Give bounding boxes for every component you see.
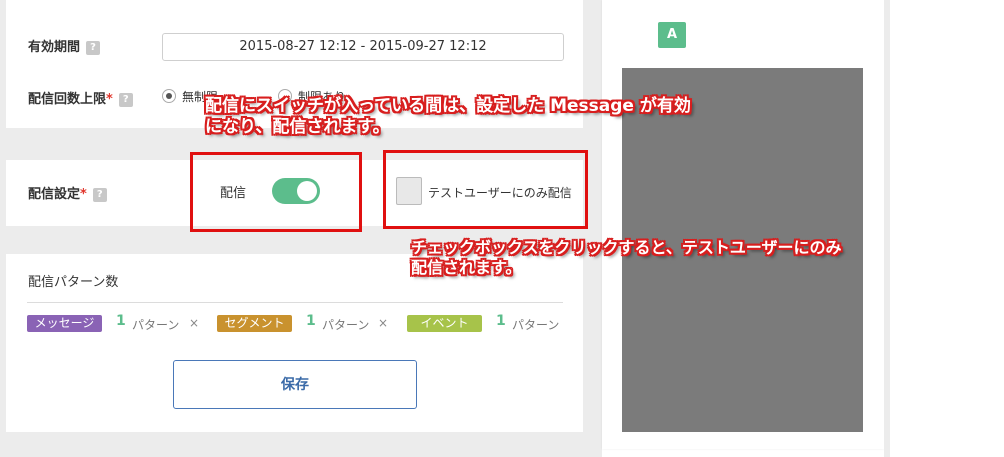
toggle-annotation: 配信にスイッチが入っている間は、設定した Message が有効 になり、配信さ… xyxy=(205,96,691,139)
segment-unit: パターン xyxy=(322,318,370,332)
patterns-title: 配信パターン数 xyxy=(28,275,119,290)
toggle-highlight-box xyxy=(190,152,362,232)
save-button[interactable]: 保存 xyxy=(173,360,417,409)
checkbox-annotation: チェックボックスをクリックすると、テストユーザーにのみ 配信されます。 xyxy=(411,238,842,278)
delivery-setting-label: 配信設定*? xyxy=(28,183,107,202)
panel-gap xyxy=(590,0,602,457)
validity-date-range-input[interactable]: 2015-08-27 12:12 - 2015-09-27 12:12 xyxy=(162,33,564,61)
tag-message[interactable]: メッセージ xyxy=(27,315,102,332)
event-unit: パターン xyxy=(512,318,560,332)
checkbox-annotation-line2: 配信されます。 xyxy=(411,258,522,277)
event-count: 1 xyxy=(496,313,506,329)
right-edge-strip xyxy=(884,0,890,457)
radio-unlimited[interactable] xyxy=(162,89,176,103)
preview-variant-badge[interactable]: A xyxy=(658,22,686,48)
toggle-annotation-line1: 配信にスイッチが入っている間は、設定した Message が有効 xyxy=(205,96,691,116)
message-unit: パターン xyxy=(132,318,180,332)
tag-segment[interactable]: セグメント xyxy=(217,315,292,332)
validity-label: 有効期間? xyxy=(28,36,101,55)
patterns-divider xyxy=(27,302,563,303)
segment-count: 1 xyxy=(306,313,316,329)
remove-segment-icon[interactable]: × xyxy=(378,316,388,330)
help-icon[interactable]: ? xyxy=(86,40,101,55)
delivery-limit-label: 配信回数上限*? xyxy=(28,88,133,107)
checkbox-highlight-box xyxy=(383,150,588,229)
toggle-annotation-line2: になり、配信されます。 xyxy=(205,117,390,138)
required-mark: * xyxy=(106,92,113,107)
checkbox-annotation-line1: チェックボックスをクリックすると、テストユーザーにのみ xyxy=(411,238,842,257)
help-icon[interactable]: ? xyxy=(118,92,133,107)
tag-event[interactable]: イベント xyxy=(407,315,482,332)
remove-message-icon[interactable]: × xyxy=(189,316,199,330)
required-mark: * xyxy=(80,187,87,202)
message-count: 1 xyxy=(116,313,126,329)
help-icon[interactable]: ? xyxy=(92,187,107,202)
